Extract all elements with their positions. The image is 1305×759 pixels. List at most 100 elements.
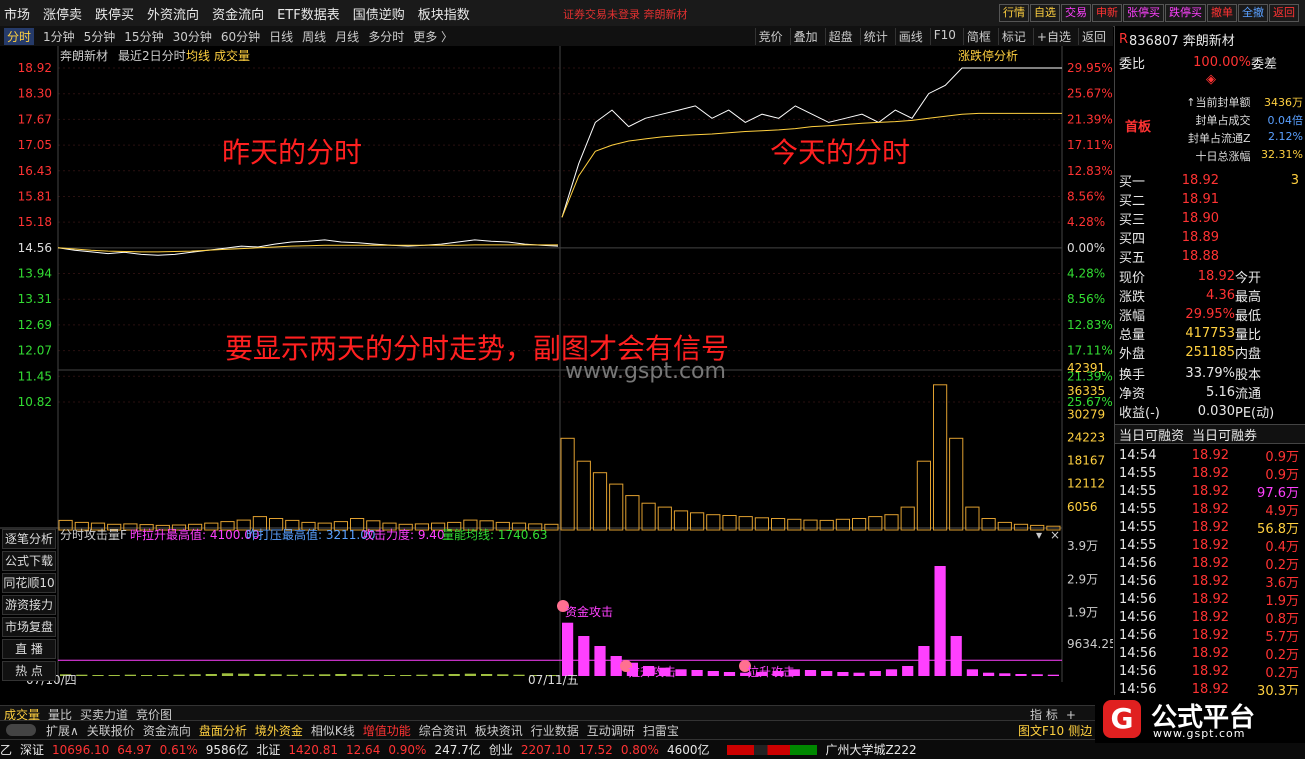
quote-value: 0.030 xyxy=(1197,403,1235,419)
period-tabs: 分时 1分钟 5分钟 15分钟 30分钟 60分钟 日线 周线 月线 多分时 更多 〉 xyxy=(4,28,462,45)
index-quote[interactable]: 12.64 xyxy=(346,743,380,757)
side-tab[interactable]: 游资接力 xyxy=(2,595,56,615)
bid-price: 18.92 xyxy=(1181,172,1219,188)
chart-toolbar: 分时 1分钟 5分钟 15分钟 30分钟 60分钟 日线 周线 月线 多分时 更多 〉 竞价 叠加 超盘… xyxy=(0,26,1113,47)
period-tab[interactable]: 1分钟 xyxy=(43,28,75,45)
quote-row: 收益(-) 0.030 PE(动) xyxy=(1119,402,1303,421)
tool-button[interactable]: 竞价 xyxy=(754,28,786,45)
period-tab[interactable]: 多分时 xyxy=(368,28,404,45)
menu-item[interactable]: ETF数据表 xyxy=(277,4,340,23)
index-quote[interactable]: 1420.81 xyxy=(288,743,338,757)
quote-value: 33.79% xyxy=(1185,365,1235,381)
tool-button[interactable]: 画线 xyxy=(894,28,926,45)
period-tab[interactable]: 60分钟 xyxy=(221,28,260,45)
period-tab[interactable]: 分时 xyxy=(4,28,35,45)
quote-value: 5.16 xyxy=(1206,384,1235,400)
side-tab[interactable]: 市场复盘 xyxy=(2,617,56,637)
index-quote[interactable]: 乙 xyxy=(0,741,12,758)
index-quote[interactable]: 4600亿 xyxy=(667,741,710,758)
function-tab[interactable]: 行业数据 xyxy=(531,722,579,739)
quick-button[interactable]: 返回 xyxy=(1269,4,1299,22)
sub-bar xyxy=(869,671,881,676)
index-quote[interactable]: 北证 xyxy=(256,741,280,758)
menu-item[interactable]: 板块指数 xyxy=(418,4,470,23)
menu-item[interactable]: 资金流向 xyxy=(212,4,264,23)
quote-value: 29.95% xyxy=(1185,306,1235,322)
period-tab[interactable]: 更多 〉 xyxy=(413,28,453,45)
sub-bar xyxy=(481,674,493,676)
tool-button[interactable]: F10 xyxy=(929,28,959,45)
function-tab[interactable]: 扫雷宝 xyxy=(643,722,679,739)
period-tab[interactable]: 月线 xyxy=(335,28,359,45)
tick-time: 14:56 xyxy=(1119,663,1157,679)
index-quote[interactable]: 64.97 xyxy=(117,743,151,757)
quote-row: 净资 5.16 流通 xyxy=(1119,383,1303,402)
intraday-chart[interactable]: 奔朗新材 最近2日分时 均线 成交量 涨跌停分析 18.92 29.95% 18.30 25.6… xyxy=(0,46,1113,686)
quick-button[interactable]: 交易 xyxy=(1061,4,1091,22)
function-tab[interactable]: 资金流向 xyxy=(143,722,191,739)
function-tab[interactable]: 增值功能 xyxy=(363,722,411,739)
index-quote[interactable]: 247.7亿 xyxy=(434,741,480,758)
side-tab[interactable]: 热 点 xyxy=(2,661,56,681)
period-tab[interactable]: 日线 xyxy=(269,28,293,45)
margin-tab[interactable]: 当日可融券 xyxy=(1192,425,1257,444)
function-tab[interactable]: 关联报价 xyxy=(87,722,135,739)
index-quote[interactable]: 创业 xyxy=(489,741,513,758)
function-tab[interactable]: 板块资讯 xyxy=(475,722,523,739)
tool-button[interactable]: 返回 xyxy=(1077,28,1109,45)
sub-bar xyxy=(76,674,88,676)
quick-button[interactable]: 全撤 xyxy=(1238,4,1268,22)
function-tab[interactable]: 综合资讯 xyxy=(419,722,467,739)
period-tab[interactable]: 15分钟 xyxy=(124,28,163,45)
quick-button[interactable]: 张停买 xyxy=(1123,4,1164,22)
tool-button[interactable]: 标记 xyxy=(997,28,1029,45)
tool-button[interactable]: 统计 xyxy=(859,28,891,45)
menu-item[interactable]: 外资流向 xyxy=(147,4,199,23)
index-quote[interactable]: 0.90% xyxy=(388,743,426,757)
side-tab[interactable]: 逐笔分析 xyxy=(2,529,56,549)
tool-button[interactable]: 简框 xyxy=(962,28,994,45)
toggle-switch[interactable] xyxy=(6,724,36,736)
side-tab[interactable]: 同花顺10 xyxy=(2,573,56,593)
menu-item[interactable]: 市场 xyxy=(4,4,30,23)
menu-item[interactable]: 涨停卖 xyxy=(43,4,82,23)
quick-button[interactable]: 自选 xyxy=(1030,4,1060,22)
sub-bar xyxy=(594,646,606,676)
index-quote[interactable]: 9586亿 xyxy=(206,741,249,758)
period-tab[interactable]: 5分钟 xyxy=(84,28,116,45)
index-quote[interactable]: 深证 xyxy=(20,741,44,758)
tool-button[interactable]: 叠加 xyxy=(789,28,821,45)
function-button[interactable]: 图文F10 xyxy=(1018,724,1064,738)
period-tab[interactable]: 30分钟 xyxy=(173,28,212,45)
limit-analysis-link[interactable]: 涨跌停分析 xyxy=(958,48,1018,63)
function-tab[interactable]: 相似K线 xyxy=(311,722,355,739)
function-tab[interactable]: 互动调研 xyxy=(587,722,635,739)
index-quote[interactable]: 2207.10 xyxy=(521,743,571,757)
quick-button[interactable]: 申新 xyxy=(1092,4,1122,22)
function-tab[interactable]: 盘面分析 xyxy=(199,722,247,739)
quote-value: 417753 xyxy=(1185,325,1235,341)
side-tab[interactable]: 公式下载 xyxy=(2,551,56,571)
tool-button[interactable]: 超盘 xyxy=(824,28,856,45)
quick-button[interactable]: 行情 xyxy=(999,4,1029,22)
sub-bar xyxy=(238,673,250,676)
period-tab[interactable]: 周线 xyxy=(302,28,326,45)
margin-tab[interactable]: 当日可融资 xyxy=(1119,425,1184,444)
side-tab[interactable]: 直 播 xyxy=(2,639,56,659)
index-quote[interactable]: 广州大学城Z222 xyxy=(825,741,916,758)
menu-item[interactable]: 跌停买 xyxy=(95,4,134,23)
index-quote[interactable]: 0.61% xyxy=(160,743,198,757)
sub-close-icon[interactable]: × xyxy=(1050,528,1060,542)
tool-button[interactable]: +自选 xyxy=(1032,28,1074,45)
sub-title: 分时攻击量F xyxy=(60,528,127,542)
index-quote[interactable]: 17.52 xyxy=(578,743,612,757)
quick-button[interactable]: 跌停买 xyxy=(1165,4,1206,22)
index-quote[interactable]: 0.80% xyxy=(621,743,659,757)
quick-button[interactable]: 撤单 xyxy=(1207,4,1237,22)
tick-price: 18.92 xyxy=(1191,447,1229,463)
function-tab[interactable]: 境外资金 xyxy=(255,722,303,739)
sub-collapse-icon[interactable]: ▾ xyxy=(1036,528,1042,542)
function-tab[interactable]: 扩展∧ xyxy=(46,722,79,739)
menu-item[interactable]: 国债逆购 xyxy=(353,4,405,23)
index-quote[interactable]: 10696.10 xyxy=(52,743,109,757)
